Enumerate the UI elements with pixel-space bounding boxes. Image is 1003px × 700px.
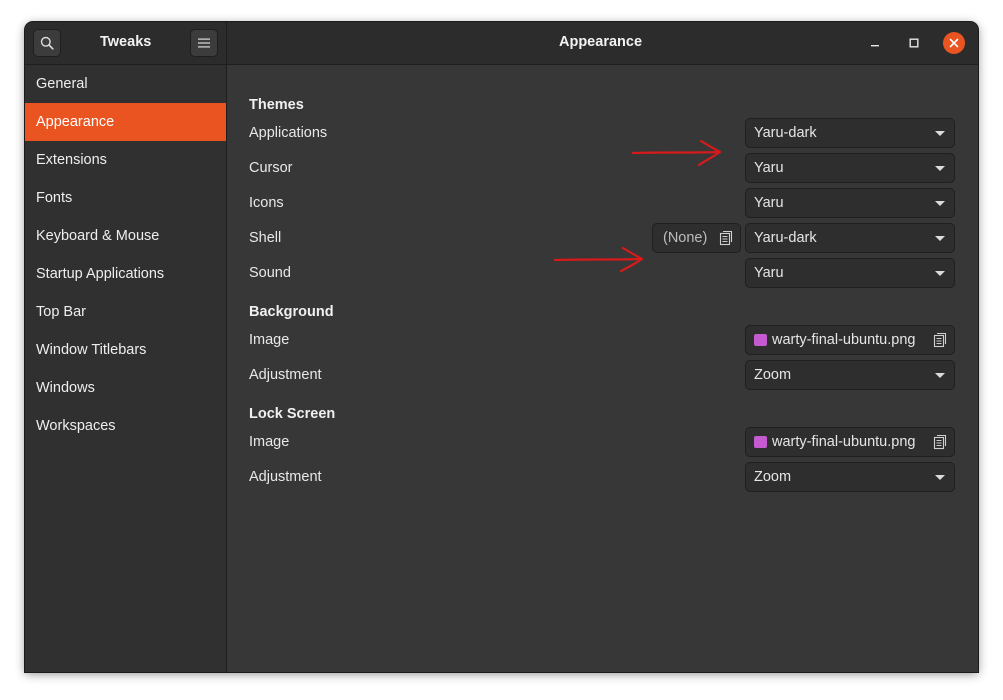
sidebar-item-top-bar[interactable]: Top Bar [25,293,226,331]
document-icon [719,230,733,246]
image-file-icon [754,436,767,448]
close-icon [949,38,959,48]
sidebar-item-label: Startup Applications [36,266,165,282]
sidebar-item-extensions[interactable]: Extensions [25,141,226,179]
appearance-panel: Themes Applications Yaru-dark Cursor Yar… [227,65,978,672]
dropdown-value: Yaru-dark [754,125,817,141]
background-adjustment-dropdown[interactable]: Zoom [745,360,955,390]
lock-screen-adjustment-dropdown[interactable]: Zoom [745,462,955,492]
sidebar-item-label: Workspaces [36,418,116,434]
sidebar: General Appearance Extensions Fonts Keyb… [25,65,227,672]
maximize-button[interactable] [903,32,925,54]
sidebar-item-label: Top Bar [36,304,86,320]
dropdown-value: Yaru [754,195,784,211]
maximize-icon [909,38,919,48]
sidebar-item-windows[interactable]: Windows [25,369,226,407]
sidebar-item-label: Keyboard & Mouse [36,228,160,244]
sidebar-item-startup-applications[interactable]: Startup Applications [25,255,226,293]
minimize-button[interactable] [864,32,886,54]
document-icon [933,434,947,450]
background-image-label: Image [249,332,290,348]
applications-theme-dropdown[interactable]: Yaru-dark [745,118,955,148]
chevron-down-icon [935,201,945,206]
sidebar-item-keyboard-mouse[interactable]: Keyboard & Mouse [25,217,226,255]
minimize-icon [871,45,879,47]
sidebar-item-window-titlebars[interactable]: Window Titlebars [25,331,226,369]
sidebar-item-label: Windows [36,380,95,396]
sound-label: Sound [249,265,291,281]
hamburger-menu-icon [198,38,210,48]
app-title: Tweaks [100,34,152,50]
background-adjustment-label: Adjustment [249,367,322,383]
sidebar-item-label: Fonts [36,190,73,206]
shell-theme-dropdown[interactable]: Yaru-dark [745,223,955,253]
sidebar-item-label: Appearance [36,114,115,130]
chevron-down-icon [935,166,945,171]
dropdown-value: Yaru [754,160,784,176]
header-bar: Tweaks Appearance [25,22,978,65]
chevron-down-icon [935,271,945,276]
sidebar-item-appearance[interactable]: Appearance [25,103,226,141]
sidebar-item-workspaces[interactable]: Workspaces [25,407,226,445]
dropdown-value: Zoom [754,367,792,383]
chevron-down-icon [935,131,945,136]
file-chooser-value: (None) [663,230,708,246]
close-button[interactable] [943,32,965,54]
icons-theme-dropdown[interactable]: Yaru [745,188,955,218]
sidebar-item-label: General [36,76,88,92]
cursor-theme-dropdown[interactable]: Yaru [745,153,955,183]
dropdown-value: Yaru-dark [754,230,817,246]
shell-theme-file-button[interactable]: (None) [652,223,741,253]
background-heading: Background [249,304,334,320]
search-icon [40,36,54,50]
themes-heading: Themes [249,97,304,113]
tweaks-window: Tweaks Appearance General Appearance Ext… [25,22,978,672]
cursor-label: Cursor [249,160,293,176]
applications-label: Applications [249,125,328,141]
file-name: warty-final-ubuntu.png [772,434,916,450]
annotation-arrow-applications [631,139,722,167]
sidebar-header: Tweaks [25,22,227,64]
document-icon [933,332,947,348]
lock-screen-heading: Lock Screen [249,406,336,422]
dropdown-value: Yaru [754,265,784,281]
file-name: warty-final-ubuntu.png [772,332,916,348]
sidebar-item-general[interactable]: General [25,65,226,103]
dropdown-value: Zoom [754,469,792,485]
chevron-down-icon [935,475,945,480]
lock-screen-image-label: Image [249,434,290,450]
lock-screen-image-file-button[interactable]: warty-final-ubuntu.png [745,427,955,457]
sound-theme-dropdown[interactable]: Yaru [745,258,955,288]
icons-label: Icons [249,195,284,211]
annotation-arrow-shell [553,246,644,273]
page-title: Appearance [559,34,643,50]
shell-label: Shell [249,230,282,246]
sidebar-item-label: Extensions [36,152,107,168]
sidebar-item-label: Window Titlebars [36,342,147,358]
background-image-file-button[interactable]: warty-final-ubuntu.png [745,325,955,355]
search-button[interactable] [33,29,61,57]
menu-button[interactable] [190,29,218,57]
chevron-down-icon [935,373,945,378]
image-file-icon [754,334,767,346]
chevron-down-icon [935,236,945,241]
lock-screen-adjustment-label: Adjustment [249,469,322,485]
sidebar-item-fonts[interactable]: Fonts [25,179,226,217]
